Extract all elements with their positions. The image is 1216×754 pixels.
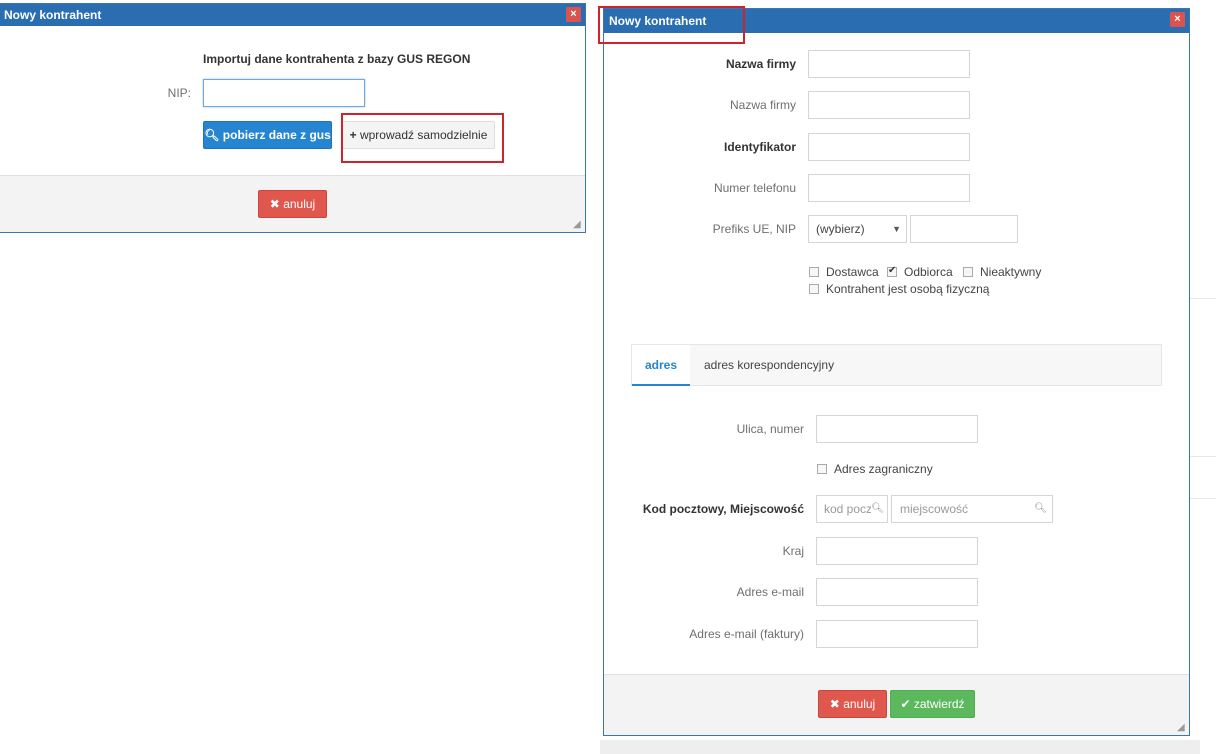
nip-field[interactable]	[203, 79, 365, 107]
eu-prefix-nip-label: Prefiks UE, NIP	[712, 222, 796, 236]
search-icon: 🔍︎	[204, 128, 220, 142]
check-icon: ✔	[900, 697, 911, 711]
postal-code-placeholder: kod pocz	[824, 502, 873, 516]
close-icon[interactable]: ×	[1170, 12, 1185, 27]
resize-handle-icon[interactable]: ◢	[1177, 723, 1187, 733]
confirm-label: zatwierdź	[913, 697, 965, 711]
nip-label: NIP:	[167, 86, 191, 100]
confirm-button[interactable]: ✔ zatwierdź	[890, 690, 975, 718]
fetch-gus-label: pobierz dane z gus	[222, 128, 331, 142]
resize-handle-icon[interactable]: ◢	[573, 220, 583, 230]
company-name-2-label: Nazwa firmy	[729, 98, 796, 112]
company-name-field[interactable]	[808, 50, 970, 78]
background-divider	[1190, 498, 1216, 499]
inactive-checkbox[interactable]	[963, 267, 973, 277]
search-icon: 🔍︎	[871, 496, 884, 522]
natural-person-checkbox[interactable]	[809, 284, 819, 294]
company-name-label: Nazwa firmy	[725, 57, 796, 71]
phone-label: Numer telefonu	[713, 181, 796, 195]
identifier-label: Identyfikator	[723, 140, 796, 154]
company-name-2-field[interactable]	[808, 91, 970, 119]
street-field[interactable]	[816, 415, 978, 443]
recipient-checkbox[interactable]	[887, 265, 897, 277]
email-field[interactable]	[816, 578, 978, 606]
foreign-address-checkbox[interactable]	[817, 464, 827, 474]
inactive-label: Nieaktywny	[980, 265, 1042, 279]
email-label: Adres e-mail	[736, 585, 804, 599]
import-dialog: Nowy kontrahent × Importuj dane kontrahe…	[0, 3, 586, 233]
recipient-label: Odbiorca	[904, 265, 953, 279]
close-icon: ✖	[269, 197, 280, 211]
address-tabs: adres adres korespondencyjny	[631, 344, 1162, 386]
cancel-button[interactable]: ✖ anuluj	[818, 690, 887, 718]
street-label: Ulica, numer	[736, 422, 804, 436]
tab-address-label: adres	[644, 358, 678, 372]
tab-address[interactable]: adres	[632, 345, 690, 386]
nip-field[interactable]	[910, 215, 1018, 243]
highlight-box	[341, 113, 504, 163]
close-icon: ✖	[829, 697, 840, 711]
import-dialog-footer: ✖ anuluj ◢	[0, 175, 585, 232]
background-divider	[1190, 456, 1216, 457]
fetch-gus-button[interactable]: 🔍︎ pobierz dane z gus	[203, 121, 332, 149]
contractor-dialog: Nowy kontrahent × Nazwa firmy Nazwa firm…	[603, 8, 1190, 736]
contractor-dialog-footer: ✖ anuluj ✔ zatwierdź ◢	[604, 674, 1189, 735]
cancel-label: anuluj	[283, 197, 316, 211]
import-dialog-title: Nowy kontrahent	[0, 4, 585, 26]
tab-correspondence-address[interactable]: adres korespondencyjny	[704, 345, 834, 385]
identifier-field[interactable]	[808, 133, 970, 161]
natural-person-label: Kontrahent jest osobą fizyczną	[826, 282, 990, 296]
city-field[interactable]: miejscowość 🔍︎	[891, 495, 1053, 523]
eu-prefix-value: (wybierz)	[816, 222, 865, 236]
supplier-label: Dostawca	[826, 265, 879, 279]
city-placeholder: miejscowość	[900, 502, 969, 516]
cancel-label: anuluj	[843, 697, 876, 711]
invoice-email-label: Adres e-mail (faktury)	[689, 627, 804, 641]
close-icon[interactable]: ×	[566, 7, 581, 22]
postal-city-label: Kod pocztowy, Miejscowość	[642, 502, 804, 516]
country-label: Kraj	[782, 544, 804, 558]
foreign-address-label: Adres zagraniczny	[834, 462, 933, 476]
country-field[interactable]	[816, 537, 978, 565]
tab-correspondence-label: adres korespondencyjny	[704, 358, 835, 372]
title-highlight-box	[598, 6, 745, 44]
invoice-email-field[interactable]	[816, 620, 978, 648]
cancel-button[interactable]: ✖ anuluj	[258, 190, 327, 218]
phone-field[interactable]	[808, 174, 970, 202]
background-divider	[600, 740, 1200, 754]
background-divider	[1190, 298, 1216, 299]
postal-code-field[interactable]: kod pocz 🔍︎	[816, 495, 888, 523]
supplier-checkbox[interactable]	[809, 267, 819, 277]
search-icon: 🔍︎	[1034, 503, 1047, 514]
eu-prefix-select[interactable]: (wybierz) ▼	[808, 215, 907, 243]
import-heading: Importuj dane kontrahenta z bazy GUS REG…	[203, 52, 471, 66]
caret-down-icon: ▼	[892, 224, 901, 234]
